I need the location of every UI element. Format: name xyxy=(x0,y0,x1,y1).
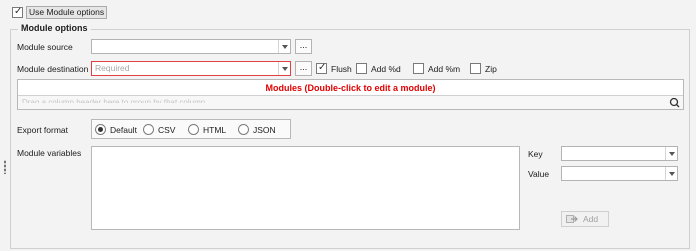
search-icon[interactable] xyxy=(669,97,680,108)
chevron-down-icon[interactable] xyxy=(665,167,677,180)
group-panel[interactable]: Drag a column header here to group by th… xyxy=(18,96,683,109)
export-html-label: HTML xyxy=(203,124,227,135)
add-button-label: Add xyxy=(583,214,599,224)
modules-grid[interactable]: Modules (Double-click to edit a module) … xyxy=(17,79,684,110)
export-csv-label: CSV xyxy=(158,124,176,135)
add-icon xyxy=(566,215,578,223)
group-title: Module options xyxy=(18,23,91,33)
value-combo[interactable] xyxy=(561,166,678,181)
chevron-down-icon[interactable] xyxy=(665,147,677,160)
flush-check[interactable] xyxy=(316,62,327,74)
key-label: Key xyxy=(528,149,543,159)
use-module-options-label: Use Module options xyxy=(26,6,108,19)
export-csv-radio[interactable]: CSV xyxy=(143,124,175,135)
module-variables-label: Module variables xyxy=(17,148,82,158)
flush-checkbox[interactable]: Flush xyxy=(316,62,352,74)
module-variables-list[interactable] xyxy=(91,146,520,230)
add-d-check[interactable] xyxy=(356,63,367,74)
module-destination-placeholder: Required xyxy=(95,63,130,73)
export-format-label: Export format xyxy=(17,125,69,135)
module-destination-label: Module destination xyxy=(17,64,89,74)
module-source-label: Module source xyxy=(17,42,73,52)
add-button[interactable]: Add xyxy=(561,211,609,227)
use-module-options-check[interactable] xyxy=(12,6,23,18)
add-d-label: Add %d xyxy=(371,63,401,74)
module-destination-combo[interactable]: Required xyxy=(91,61,291,76)
export-html-dot[interactable] xyxy=(188,124,199,135)
add-m-checkbox[interactable]: Add %m xyxy=(413,63,460,74)
add-d-checkbox[interactable]: Add %d xyxy=(356,63,401,74)
key-combo[interactable] xyxy=(561,146,678,161)
export-default-dot[interactable] xyxy=(95,124,106,135)
group-panel-hint: Drag a column header here to group by th… xyxy=(22,98,206,103)
use-module-options-checkbox[interactable]: Use Module options xyxy=(12,6,108,19)
add-m-check[interactable] xyxy=(413,63,424,74)
export-json-dot[interactable] xyxy=(238,124,249,135)
chevron-down-icon[interactable] xyxy=(278,40,290,53)
chevron-down-icon[interactable] xyxy=(278,62,290,75)
zip-check[interactable] xyxy=(470,63,481,74)
zip-checkbox[interactable]: Zip xyxy=(470,63,497,74)
export-default-label: Default xyxy=(110,124,137,135)
export-json-radio[interactable]: JSON xyxy=(238,124,276,135)
module-source-browse-button[interactable]: ... xyxy=(295,39,312,54)
export-json-label: JSON xyxy=(253,124,276,135)
module-destination-browse-button[interactable]: ... xyxy=(295,61,312,76)
splitter-grip[interactable] xyxy=(4,160,6,174)
value-label: Value xyxy=(528,169,550,179)
modules-banner: Modules (Double-click to edit a module) xyxy=(18,80,683,96)
add-m-label: Add %m xyxy=(428,63,461,74)
flush-label: Flush xyxy=(331,63,352,74)
export-default-radio[interactable]: Default xyxy=(95,124,137,135)
export-html-radio[interactable]: HTML xyxy=(188,124,226,135)
export-csv-dot[interactable] xyxy=(143,124,154,135)
zip-label: Zip xyxy=(485,63,497,74)
module-source-combo[interactable] xyxy=(91,39,291,54)
